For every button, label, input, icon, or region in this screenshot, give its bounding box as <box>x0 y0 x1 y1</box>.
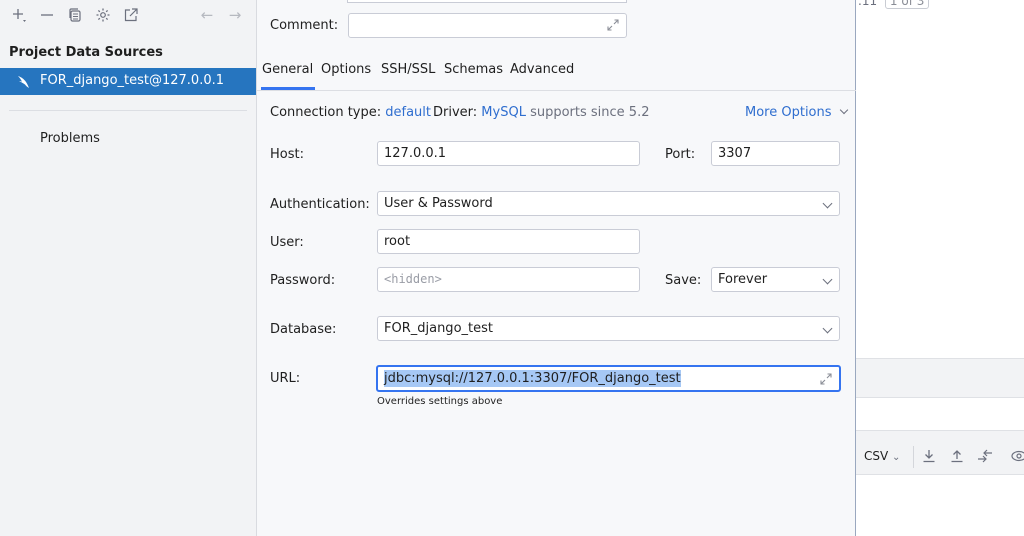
name-field-edge <box>347 0 627 3</box>
compare-icon[interactable] <box>976 447 994 465</box>
toolbar-separator <box>913 446 914 468</box>
comment-label: Comment: <box>270 18 339 33</box>
database-select[interactable]: FOR_django_test <box>377 316 840 341</box>
port-label: Port: <box>665 147 696 162</box>
editor-top-text: .11 <box>858 0 878 8</box>
chevron-down-icon: ⌄ <box>892 452 901 463</box>
copy-icon[interactable] <box>64 4 86 26</box>
password-placeholder: <hidden> <box>384 272 442 286</box>
tab-schemas[interactable]: Schemas <box>444 62 503 77</box>
tab-general[interactable]: General <box>262 62 313 77</box>
url-value: jdbc:mysql://127.0.0.1:3307/FOR_django_t… <box>384 370 681 387</box>
tab-options[interactable]: Options <box>321 62 371 77</box>
tab-advanced[interactable]: Advanced <box>510 62 574 77</box>
driver-link[interactable]: MySQL <box>481 105 526 120</box>
tabs-divider <box>257 90 856 91</box>
back-arrow-icon[interactable]: ← <box>196 4 218 26</box>
active-tab-indicator <box>261 87 315 90</box>
driver-label: Driver: <box>433 105 478 120</box>
driver-row: Driver: MySQL supports since 5.2 <box>433 105 649 120</box>
expand-icon[interactable] <box>819 372 833 386</box>
settings-tabs: General Options SSH/SSL Schemas Advanced <box>257 58 856 90</box>
format-select-label: CSV <box>864 449 889 463</box>
chevron-down-icon <box>822 274 833 285</box>
connection-type-label: Connection type: <box>270 105 382 120</box>
upload-icon[interactable] <box>948 447 966 465</box>
auth-label: Authentication: <box>270 197 370 212</box>
database-label: Database: <box>270 322 337 337</box>
database-value: FOR_django_test <box>384 321 493 336</box>
host-input[interactable]: 127.0.0.1 <box>377 141 640 166</box>
expand-icon[interactable] <box>606 18 620 32</box>
tab-ssh-ssl[interactable]: SSH/SSL <box>381 62 435 77</box>
driver-note: supports since 5.2 <box>530 105 650 120</box>
url-input[interactable]: jdbc:mysql://127.0.0.1:3307/FOR_django_t… <box>376 365 841 392</box>
datasource-item[interactable]: FOR_django_test@127.0.0.1 <box>0 68 256 95</box>
save-label: Save: <box>665 273 702 288</box>
editor-divider-strip <box>856 358 1024 398</box>
sidebar-toolbar: ← → <box>0 0 257 30</box>
section-title: Project Data Sources <box>9 45 163 60</box>
add-icon[interactable] <box>8 4 30 26</box>
page-indicator: 1 of 3 <box>884 0 930 9</box>
connection-type-row: Connection type: default <box>270 105 431 120</box>
chevron-down-icon <box>822 198 833 209</box>
url-label: URL: <box>270 371 301 386</box>
sidebar-divider <box>9 110 247 111</box>
password-label: Password: <box>270 273 336 288</box>
remove-icon[interactable] <box>36 4 58 26</box>
save-select[interactable]: Forever <box>711 267 840 292</box>
auth-select[interactable]: User & Password <box>377 191 840 216</box>
chevron-down-icon <box>839 105 848 115</box>
auth-value: User & Password <box>384 196 493 211</box>
datasource-label: FOR_django_test@127.0.0.1 <box>40 73 225 88</box>
port-input[interactable]: 3307 <box>711 141 840 166</box>
editor-top-info: .11 1 of 3 <box>858 0 930 9</box>
more-options-link[interactable]: More Options <box>745 105 848 120</box>
sidebar-item-problems[interactable]: Problems <box>40 131 100 146</box>
format-select[interactable]: CSV ⌄ <box>864 449 900 463</box>
data-sources-sidebar: ← → Project Data Sources FOR_django_test… <box>0 0 257 536</box>
forward-arrow-icon[interactable]: → <box>224 4 246 26</box>
comment-field[interactable] <box>348 13 627 38</box>
download-icon[interactable] <box>920 447 938 465</box>
eye-icon[interactable] <box>1010 447 1024 465</box>
chevron-down-icon <box>822 323 833 334</box>
password-input[interactable]: <hidden> <box>377 267 640 292</box>
gear-icon[interactable] <box>92 4 114 26</box>
host-label: Host: <box>270 147 304 162</box>
external-link-icon[interactable] <box>120 4 142 26</box>
url-note: Overrides settings above <box>377 396 503 407</box>
user-label: User: <box>270 235 304 250</box>
more-options-label: More Options <box>745 105 832 120</box>
connection-type-link[interactable]: default <box>385 105 431 120</box>
dolphin-icon <box>16 74 32 90</box>
save-value: Forever <box>718 272 768 287</box>
user-input[interactable]: root <box>377 229 640 254</box>
